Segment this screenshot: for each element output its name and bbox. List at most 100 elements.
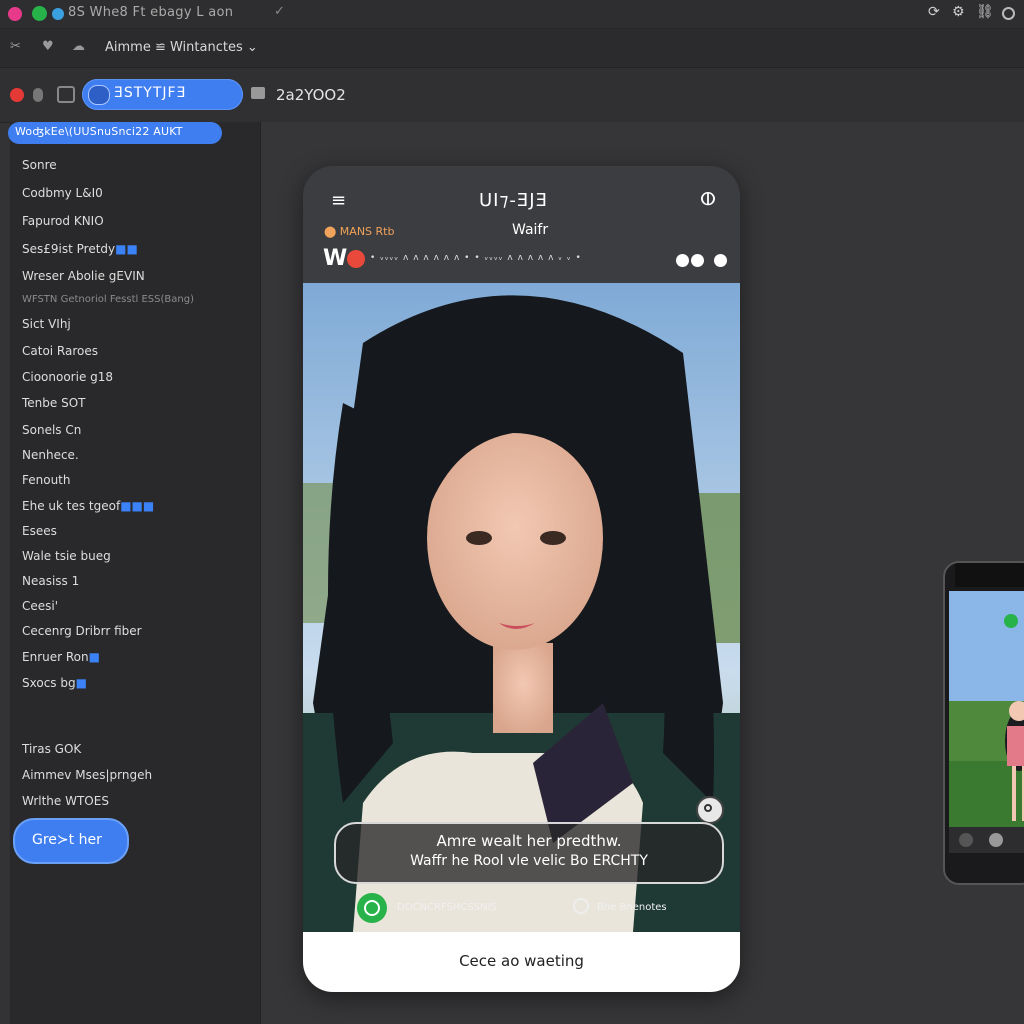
- tools-icon[interactable]: ✂: [10, 39, 21, 54]
- sidebar-item-label: Enruer Ron: [22, 650, 89, 664]
- sidebar-item[interactable]: Wrlthe WTOES: [22, 794, 109, 808]
- sidebar-item[interactable]: Fapurod KNIO: [22, 214, 104, 228]
- camera-icon[interactable]: [357, 893, 387, 923]
- sidebar-item-label: Catoi Raroes: [22, 344, 99, 358]
- sidebar-item[interactable]: Ceesi': [22, 599, 58, 613]
- sidebar-item-label: WFSTN Getnoriol Fesstl ESS(Bang): [22, 294, 194, 305]
- sidebar-item[interactable]: Fenouth: [22, 473, 71, 487]
- link-icon[interactable]: ⛓: [976, 4, 994, 20]
- page-dot-3[interactable]: [714, 254, 727, 267]
- sidebar-item[interactable]: Wale tsie bueg: [22, 549, 111, 563]
- phone-footer-bar[interactable]: Cece ao waeting: [303, 932, 740, 992]
- sidebar-item[interactable]: Codbmy L&I0: [22, 186, 103, 200]
- sidebar-search-chip[interactable]: WoʤkEe\(UUSnuSnci22 AUKT: [8, 122, 222, 144]
- tab-active-icon: [88, 85, 110, 105]
- sidebar-item-label: Sict VIhj: [22, 317, 71, 331]
- sidebar-search-chip-label: WoʤkEe\(UUSnuSnci22 AUKT: [15, 125, 183, 138]
- sidebar-item[interactable]: Neasiss 1: [22, 574, 79, 588]
- sidebar-item-label: Nenhece.: [22, 448, 79, 462]
- close-window-button[interactable]: [8, 7, 22, 21]
- sidebar-item-label: Sonre: [22, 158, 57, 172]
- shield-icon[interactable]: [33, 88, 43, 102]
- record-dot-icon[interactable]: [347, 250, 365, 268]
- sidebar-item[interactable]: Sxocs bg■: [22, 676, 87, 690]
- location-icon[interactable]: [573, 898, 589, 914]
- toolbar-project-name[interactable]: Aimme ≌ Wintanctes ⌄: [105, 40, 258, 55]
- story-strip: • ᵥᵥᵥᵥ ᴧ ᴧ ᴧ ᴧ ᴧ ᴧ • • ᵥᵥᵥᵥ ᴧ ᴧ ᴧ ᴧ ᴧ ᵥ …: [370, 253, 582, 263]
- sidebar-item[interactable]: Sonre: [22, 158, 57, 172]
- folder-icon[interactable]: [251, 87, 265, 99]
- sidebar-item-label: Esees: [22, 524, 57, 538]
- app-icon: [52, 8, 64, 20]
- window-title: 8S Whe8 Ft ebagy L aon: [68, 5, 234, 20]
- record-icon[interactable]: [10, 88, 24, 102]
- sidebar-item[interactable]: Cecenrg Dribrr fiber: [22, 624, 142, 638]
- cloud-icon[interactable]: ☁: [72, 39, 85, 54]
- sidebar-item[interactable]: Tiras GOK: [22, 742, 81, 756]
- sidebar: WoʤkEe\(UUSnuSnci22 AUKT Sonre Codbmy L&I…: [8, 122, 261, 1024]
- profile-icon[interactable]: [1002, 7, 1015, 20]
- phone-action-icon[interactable]: ⵀ: [700, 189, 716, 210]
- sidebar-item[interactable]: Catoi Raroes: [22, 344, 98, 358]
- sidebar-item[interactable]: Nenhece.: [22, 448, 79, 462]
- phone-header: ≡ UI⁊-ƎJƎ ⵀ ⬤ MANS Rtb Waifr W • ᵥᵥᵥᵥ ᴧ …: [303, 166, 740, 283]
- heart-icon[interactable]: ♥: [42, 39, 54, 54]
- sidebar-item[interactable]: Cioonoorie g18: [22, 370, 113, 384]
- sidebar-item[interactable]: Esees: [22, 524, 57, 538]
- sidebar-item-label: Fapurod KNIO: [22, 214, 104, 228]
- create-button[interactable]: Gre≻t her: [13, 818, 129, 864]
- phone-sub-label: ⬤ MANS Rtb: [324, 225, 395, 238]
- phone-brand-letter: W: [323, 246, 348, 271]
- sidebar-item[interactable]: Enruer Ron■: [22, 650, 100, 664]
- sidebar-item-label: Aimmev Mses|prngeh: [22, 768, 153, 782]
- secondary-nav-button-2[interactable]: [989, 833, 1003, 847]
- create-button-label: Gre≻t her: [32, 832, 102, 848]
- tab-date[interactable]: 2a2YOO2: [276, 86, 346, 104]
- sidebar-item-label: Tiras GOK: [22, 742, 82, 756]
- sidebar-item[interactable]: Sonels Cn: [22, 423, 81, 437]
- sidebar-item-label: Wale tsie bueg: [22, 549, 111, 563]
- tab-bar: ƎSTYTJFƎ 2a2YOO2: [0, 68, 1024, 123]
- meta-right-label: Bhe Bnenotes: [597, 902, 667, 913]
- caption-bubble: Amre wealt her predthw. Waffr he Rool vl…: [334, 822, 724, 884]
- sidebar-item-label: Sonels Cn: [22, 423, 82, 437]
- sidebar-item-badge: ■■■: [120, 499, 155, 513]
- phone-notch: [955, 563, 1024, 587]
- sidebar-item-label: Ses£9ist Pretdy: [22, 242, 116, 256]
- record-toggle-icon[interactable]: [696, 796, 724, 824]
- secondary-phone-preview: [943, 561, 1024, 885]
- sidebar-item-label: Sxocs bg: [22, 676, 76, 690]
- phone-preview: ≡ UI⁊-ƎJƎ ⵀ ⬤ MANS Rtb Waifr W • ᵥᵥᵥᵥ ᴧ …: [303, 166, 740, 992]
- menu-icon[interactable]: ≡: [331, 190, 346, 211]
- sidebar-item[interactable]: Aimmev Mses|prngeh: [22, 768, 152, 782]
- layers-icon[interactable]: [57, 86, 75, 103]
- sidebar-item-label: Codbmy L&I0: [22, 186, 103, 200]
- sidebar-item[interactable]: Wreser Abolie gEVIN: [22, 269, 145, 283]
- sidebar-item-label: Wrlthe WTOES: [22, 794, 109, 808]
- phone-sub-title: Waifr: [512, 222, 549, 238]
- sidebar-item[interactable]: Ehe uk tes tgeof■■■: [22, 499, 154, 513]
- sidebar-item-label: Wreser Abolie gEVIN: [22, 269, 145, 283]
- window-title-bar: 8S Whe8 Ft ebagy L aon ✓ ⟳ ⚙ ⛓: [0, 0, 1024, 29]
- page-dot-1[interactable]: [676, 254, 689, 267]
- phone-app-title: UI⁊-ƎJƎ: [479, 190, 548, 211]
- refresh-icon[interactable]: ⟳: [928, 4, 940, 20]
- settings-icon[interactable]: ⚙: [952, 4, 965, 20]
- sidebar-item[interactable]: Sict VIhj: [22, 317, 71, 331]
- secondary-phone-nav: [949, 827, 1024, 853]
- page-dot-2[interactable]: [691, 254, 704, 267]
- sidebar-item[interactable]: Ses£9ist Pretdy■■: [22, 242, 138, 256]
- secondary-nav-button-1[interactable]: [959, 833, 973, 847]
- sidebar-item-label: Ceesi': [22, 599, 59, 613]
- meta-left-label: DOCNCRFSHCSSNIS: [397, 902, 497, 913]
- tab-active[interactable]: ƎSTYTJFƎ: [82, 79, 243, 110]
- sidebar-item[interactable]: Tenbe SOT: [22, 396, 86, 410]
- minimize-window-button[interactable]: [32, 6, 47, 21]
- sidebar-item[interactable]: WFSTN Getnoriol Fesstl ESS(Bang): [22, 294, 194, 305]
- sidebar-item-badge: ■: [75, 676, 87, 690]
- toolbar: ✂ ♥ ☁ Aimme ≌ Wintanctes ⌄: [0, 29, 1024, 68]
- sidebar-item-badge: ■: [88, 650, 100, 664]
- caption-line-2: Waffr he Rool vle velic Bo ERCHTY: [410, 853, 648, 869]
- caption-line-1: Amre wealt her predthw.: [436, 832, 622, 850]
- sidebar-item-label: Tenbe SOT: [22, 396, 86, 410]
